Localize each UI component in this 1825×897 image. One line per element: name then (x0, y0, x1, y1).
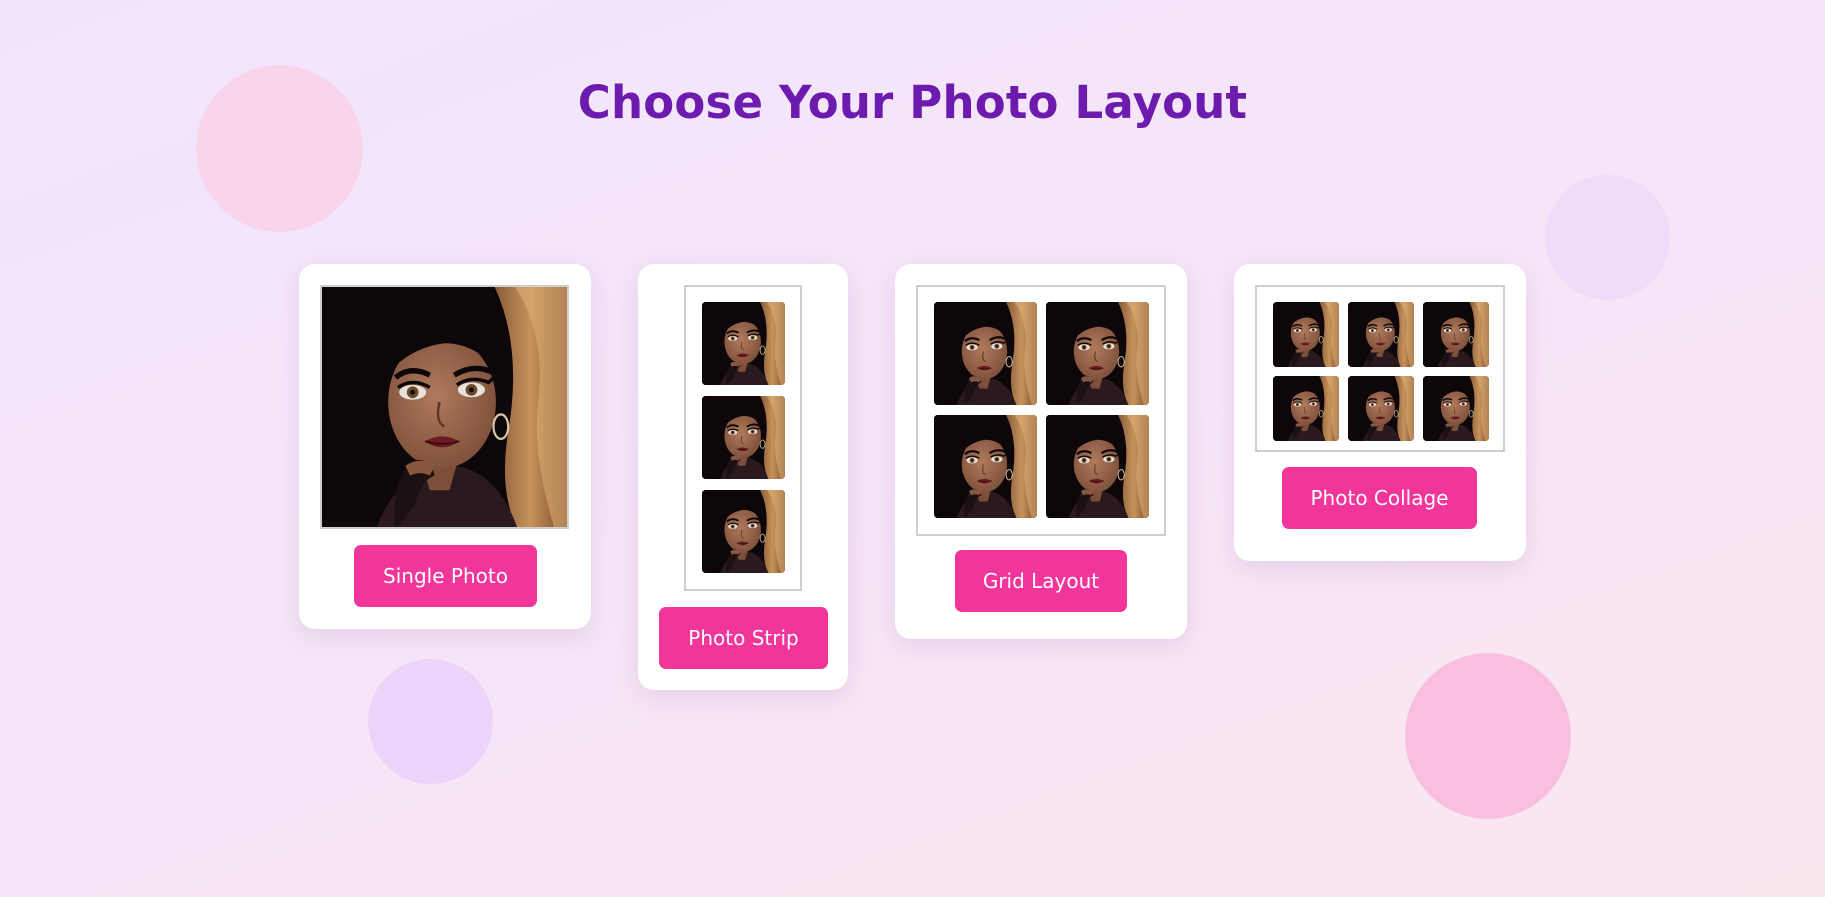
portrait-image (702, 302, 785, 385)
portrait-image (934, 302, 1037, 405)
portrait-image (1423, 376, 1489, 441)
grid-layout-button[interactable]: Grid Layout (955, 550, 1127, 612)
layout-card-strip[interactable]: Photo Strip (638, 264, 848, 690)
layout-preview-grid (916, 285, 1166, 536)
portrait-image (1273, 302, 1339, 367)
portrait-image (1348, 376, 1414, 441)
layout-preview-single (320, 285, 569, 529)
layout-card-collage[interactable]: Photo Collage (1234, 264, 1526, 561)
decorative-circle-lavender (1545, 175, 1670, 300)
portrait-image (322, 287, 567, 527)
photo-strip-button[interactable]: Photo Strip (659, 607, 828, 669)
portrait-image (1423, 302, 1489, 367)
portrait-image (702, 396, 785, 479)
single-photo-button[interactable]: Single Photo (354, 545, 537, 607)
portrait-image (1046, 415, 1149, 518)
decorative-circle-pink-large (1405, 653, 1571, 819)
portrait-image (702, 490, 785, 573)
decorative-circle-purple (368, 659, 493, 784)
layout-preview-strip (684, 285, 802, 591)
photo-collage-button[interactable]: Photo Collage (1282, 467, 1477, 529)
layout-preview-collage (1255, 285, 1505, 452)
portrait-image (1348, 302, 1414, 367)
layout-card-single[interactable]: Single Photo (299, 264, 591, 629)
portrait-image (1273, 376, 1339, 441)
layout-card-grid[interactable]: Grid Layout (895, 264, 1187, 639)
page-title: Choose Your Photo Layout (577, 76, 1248, 129)
portrait-image (1046, 302, 1149, 405)
portrait-image (934, 415, 1037, 518)
